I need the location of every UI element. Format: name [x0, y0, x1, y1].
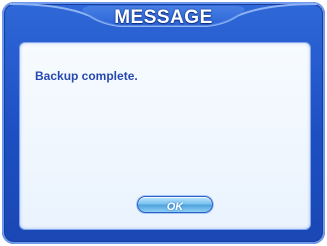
ok-button[interactable]: OK — [137, 196, 213, 213]
message-panel: Backup complete. OK — [19, 42, 311, 230]
dialog-title: MESSAGE — [114, 7, 213, 28]
message-dialog: MESSAGE Backup complete. OK — [2, 2, 325, 244]
title-bar: MESSAGE — [2, 2, 325, 40]
ok-button-label: OK — [166, 201, 184, 213]
message-text: Backup complete. — [35, 69, 138, 83]
